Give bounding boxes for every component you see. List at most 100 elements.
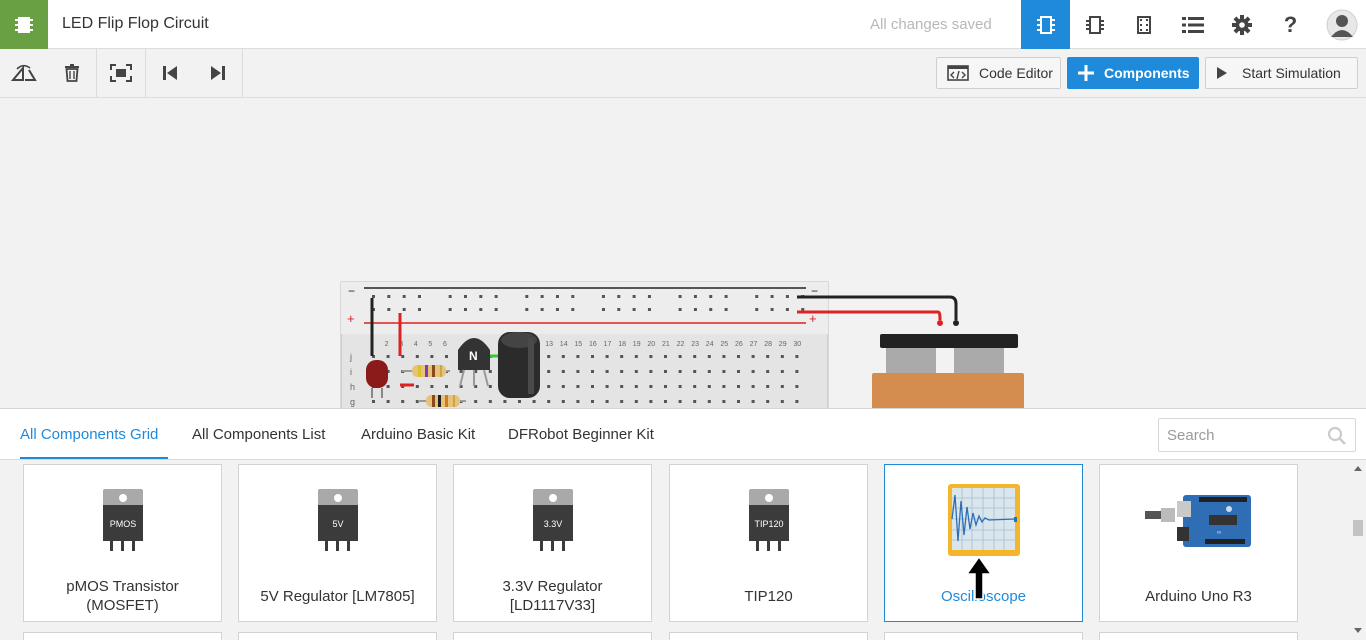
rail-hole[interactable] bbox=[525, 308, 529, 311]
terminal-hole[interactable] bbox=[707, 385, 711, 388]
terminal-hole[interactable] bbox=[430, 355, 434, 358]
rail-hole[interactable] bbox=[755, 308, 759, 311]
terminal-hole[interactable] bbox=[678, 370, 682, 373]
terminal-hole[interactable] bbox=[576, 385, 580, 388]
rail-hole[interactable] bbox=[785, 308, 789, 311]
rail-hole[interactable] bbox=[617, 295, 621, 298]
terminal-hole[interactable] bbox=[722, 370, 726, 373]
component-card-pmos[interactable]: PMOS pMOS Transistor (MOSFET) bbox=[23, 464, 222, 622]
terminal-hole[interactable] bbox=[751, 400, 755, 403]
scroll-down-arrow[interactable] bbox=[1354, 628, 1362, 633]
terminal-hole[interactable] bbox=[649, 355, 653, 358]
code-editor-button[interactable]: Code Editor bbox=[936, 57, 1061, 89]
terminal-hole[interactable] bbox=[430, 385, 434, 388]
rail-hole[interactable] bbox=[724, 295, 728, 298]
rail-hole[interactable] bbox=[540, 295, 544, 298]
tab-all-components-list[interactable]: All Components List bbox=[192, 426, 325, 443]
tab-all-components-grid[interactable]: All Components Grid bbox=[20, 426, 158, 443]
terminal-hole[interactable] bbox=[795, 370, 799, 373]
terminal-hole[interactable] bbox=[693, 355, 697, 358]
rail-hole[interactable] bbox=[601, 295, 605, 298]
terminal-hole[interactable] bbox=[445, 355, 448, 358]
rail-hole[interactable] bbox=[448, 308, 452, 311]
terminal-hole[interactable] bbox=[503, 400, 507, 403]
rail-hole[interactable] bbox=[755, 295, 759, 298]
grid-scrollbar[interactable] bbox=[1350, 460, 1366, 640]
help-button[interactable]: ? bbox=[1266, 0, 1315, 49]
terminal-hole[interactable] bbox=[649, 370, 653, 373]
terminal-hole[interactable] bbox=[605, 400, 609, 403]
fit-to-view-button[interactable] bbox=[97, 49, 145, 97]
tab-dfrobot-beginner-kit[interactable]: DFRobot Beginner Kit bbox=[508, 426, 654, 443]
rail-hole[interactable] bbox=[571, 295, 575, 298]
rail-hole[interactable] bbox=[417, 295, 421, 298]
rail-hole[interactable] bbox=[770, 295, 774, 298]
terminal-hole[interactable] bbox=[766, 370, 770, 373]
terminal-hole[interactable] bbox=[707, 355, 711, 358]
component-card-next-row[interactable] bbox=[669, 632, 868, 640]
terminal-hole[interactable] bbox=[401, 400, 405, 403]
rail-hole[interactable] bbox=[494, 308, 498, 311]
rail-hole[interactable] bbox=[693, 308, 697, 311]
rail-hole[interactable] bbox=[387, 295, 391, 298]
terminal-hole[interactable] bbox=[547, 370, 551, 373]
pcb-view-button[interactable] bbox=[1119, 0, 1168, 49]
component-card-3v3-regulator[interactable]: 3.3V 3.3V Regulator [LD1117V33] bbox=[453, 464, 652, 622]
terminal-hole[interactable] bbox=[795, 385, 799, 388]
terminal-hole[interactable] bbox=[649, 400, 653, 403]
rail-hole[interactable] bbox=[678, 295, 682, 298]
rail-hole[interactable] bbox=[479, 295, 483, 298]
terminal-hole[interactable] bbox=[591, 400, 594, 403]
rail-hole[interactable] bbox=[402, 295, 406, 298]
rail-hole[interactable] bbox=[387, 308, 391, 311]
terminal-hole[interactable] bbox=[693, 385, 697, 388]
component-card-5v-regulator[interactable]: 5V 5V Regulator [LM7805] bbox=[238, 464, 437, 622]
terminal-hole[interactable] bbox=[620, 355, 624, 358]
terminal-hole[interactable] bbox=[591, 385, 594, 388]
rail-hole[interactable] bbox=[525, 295, 529, 298]
start-simulation-button[interactable]: Start Simulation bbox=[1205, 57, 1358, 89]
rail-hole[interactable] bbox=[709, 295, 713, 298]
terminal-hole[interactable] bbox=[620, 385, 624, 388]
terminal-hole[interactable] bbox=[693, 370, 697, 373]
terminal-hole[interactable] bbox=[488, 400, 492, 403]
terminal-hole[interactable] bbox=[561, 370, 565, 373]
terminal-hole[interactable] bbox=[401, 355, 405, 358]
terminal-hole[interactable] bbox=[751, 370, 755, 373]
terminal-hole[interactable] bbox=[634, 385, 638, 388]
terminal-hole[interactable] bbox=[751, 355, 755, 358]
rail-hole[interactable] bbox=[555, 308, 559, 311]
rotate-button[interactable] bbox=[0, 49, 48, 97]
rail-hole[interactable] bbox=[463, 295, 467, 298]
rail-hole[interactable] bbox=[463, 308, 467, 311]
terminal-hole[interactable] bbox=[634, 400, 638, 403]
terminal-hole[interactable] bbox=[678, 385, 682, 388]
terminal-hole[interactable] bbox=[561, 400, 565, 403]
terminal-hole[interactable] bbox=[780, 355, 784, 358]
component-card-next-row[interactable] bbox=[1099, 632, 1298, 640]
user-avatar-button[interactable] bbox=[1317, 0, 1366, 49]
circuit-canvas[interactable]: − + − + 1 2 3 4 5 6 13 14 15 16 17 18 19 20 21 22 23 24 25… bbox=[0, 98, 1366, 408]
component-card-next-row[interactable] bbox=[238, 632, 437, 640]
component-card-tip120[interactable]: TIP120 TIP120 bbox=[669, 464, 868, 622]
terminal-hole[interactable] bbox=[576, 400, 580, 403]
terminal-hole[interactable] bbox=[591, 355, 594, 358]
terminal-hole[interactable] bbox=[488, 385, 492, 388]
undo-button[interactable] bbox=[146, 49, 194, 97]
terminal-hole[interactable] bbox=[532, 400, 536, 403]
terminal-hole[interactable] bbox=[780, 370, 784, 373]
terminal-hole[interactable] bbox=[678, 355, 682, 358]
terminal-hole[interactable] bbox=[766, 355, 770, 358]
components-button[interactable]: Components bbox=[1067, 57, 1199, 89]
terminal-hole[interactable] bbox=[722, 355, 726, 358]
terminal-hole[interactable] bbox=[547, 400, 551, 403]
terminal-hole[interactable] bbox=[795, 355, 799, 358]
terminal-hole[interactable] bbox=[795, 400, 799, 403]
app-logo[interactable] bbox=[0, 0, 48, 49]
breadboard-workspace[interactable]: − + − + 1 2 3 4 5 6 13 14 15 16 17 18 19 20 21 22 23 24 25… bbox=[0, 98, 1366, 408]
rail-hole[interactable] bbox=[402, 308, 406, 311]
terminal-hole[interactable] bbox=[576, 370, 580, 373]
terminal-hole[interactable] bbox=[707, 370, 711, 373]
terminal-hole[interactable] bbox=[605, 355, 609, 358]
component-card-next-row[interactable] bbox=[23, 632, 222, 640]
